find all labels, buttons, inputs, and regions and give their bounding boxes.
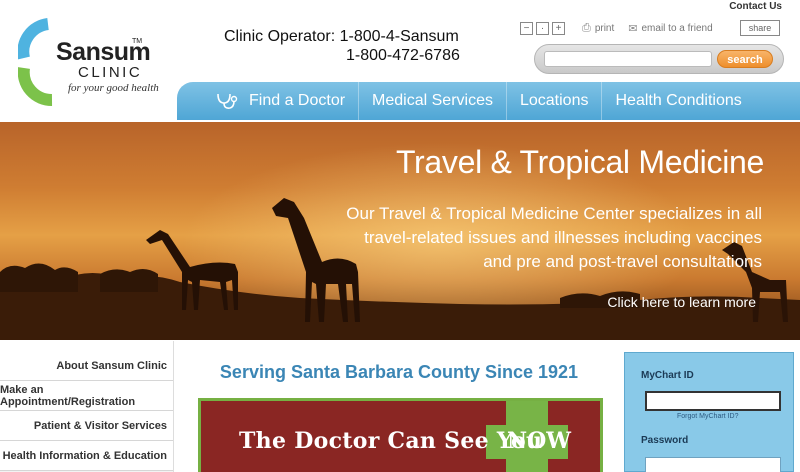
- sidebar-item-appointment[interactable]: Make an Appointment/Registration: [0, 381, 173, 411]
- mychart-password-input[interactable]: [645, 457, 781, 472]
- page: Sansum TM CLINIC for your good health Cl…: [0, 0, 800, 472]
- share-button[interactable]: share: [740, 20, 780, 36]
- envelope-icon: ✉: [628, 22, 638, 35]
- mychart-id-input[interactable]: [645, 391, 781, 411]
- sidebar: About Sansum Clinic Make an Appointment/…: [0, 341, 174, 472]
- print-link[interactable]: ⎙ print: [582, 22, 614, 35]
- promo-text: The Doctor Can See You: [239, 428, 543, 454]
- print-label: print: [594, 22, 615, 34]
- hero-learn-more-link[interactable]: Click here to learn more: [607, 294, 756, 310]
- hero-title: Travel & Tropical Medicine: [395, 144, 764, 180]
- main-nav: Find a Doctor Medical Services Locations…: [177, 82, 800, 120]
- nav-health-conditions[interactable]: Health Conditions: [601, 82, 754, 120]
- promo-now-text: NOW: [507, 428, 571, 454]
- search-bar: search: [534, 44, 784, 74]
- text-size-increase-button[interactable]: +: [552, 21, 565, 35]
- sidebar-item-about[interactable]: About Sansum Clinic: [0, 341, 173, 381]
- nav-locations[interactable]: Locations: [505, 82, 602, 120]
- logo-trademark: TM: [132, 38, 143, 45]
- sansum-clinic-logo[interactable]: Sansum TM CLINIC for your good health: [18, 18, 178, 108]
- mychart-login-panel: MyChart ID Forgot MyChart ID? Password: [624, 352, 794, 472]
- nav-medical-services[interactable]: Medical Services: [358, 82, 506, 120]
- hero-banner[interactable]: Travel & Tropical Medicine Our Travel & …: [0, 122, 800, 340]
- sidebar-item-health-info[interactable]: Health Information & Education: [0, 441, 173, 471]
- mychart-password-label: Password: [641, 435, 689, 446]
- search-button[interactable]: search: [717, 50, 773, 68]
- stethoscope-icon: [217, 93, 238, 109]
- text-size-normal-button[interactable]: ·: [536, 21, 549, 35]
- text-size-decrease-button[interactable]: −: [520, 21, 533, 35]
- email-friend-label: email to a friend: [641, 22, 713, 34]
- contact-us-link[interactable]: Contact Us: [729, 1, 782, 12]
- logo-clinic-word: CLINIC: [78, 64, 143, 81]
- sidebar-item-patient-services[interactable]: Patient & Visitor Services: [0, 411, 173, 441]
- page-heading: Serving Santa Barbara County Since 1921: [219, 362, 579, 382]
- page-tools: − · + ⎙ print ✉ email to a friend: [520, 20, 713, 36]
- nav-find-a-doctor[interactable]: Find a Doctor: [177, 82, 358, 120]
- email-friend-link[interactable]: ✉ email to a friend: [628, 22, 712, 35]
- search-input[interactable]: [544, 51, 712, 67]
- clinic-phone-number: 1-800-472-6786: [346, 47, 460, 64]
- printer-icon: ⎙: [582, 21, 591, 34]
- logo-tagline: for your good health: [68, 82, 159, 94]
- hero-description: Our Travel & Tropical Medicine Center sp…: [346, 204, 762, 271]
- nav-find-a-doctor-label: Find a Doctor: [249, 92, 346, 109]
- forgot-mychart-id-link[interactable]: Forgot MyChart ID?: [677, 413, 738, 420]
- mychart-id-label: MyChart ID: [641, 370, 694, 381]
- clinic-operator-phone: Clinic Operator: 1-800-4-Sansum: [224, 28, 459, 45]
- doctor-now-promo-banner[interactable]: The Doctor Can See You NOW: [198, 398, 603, 472]
